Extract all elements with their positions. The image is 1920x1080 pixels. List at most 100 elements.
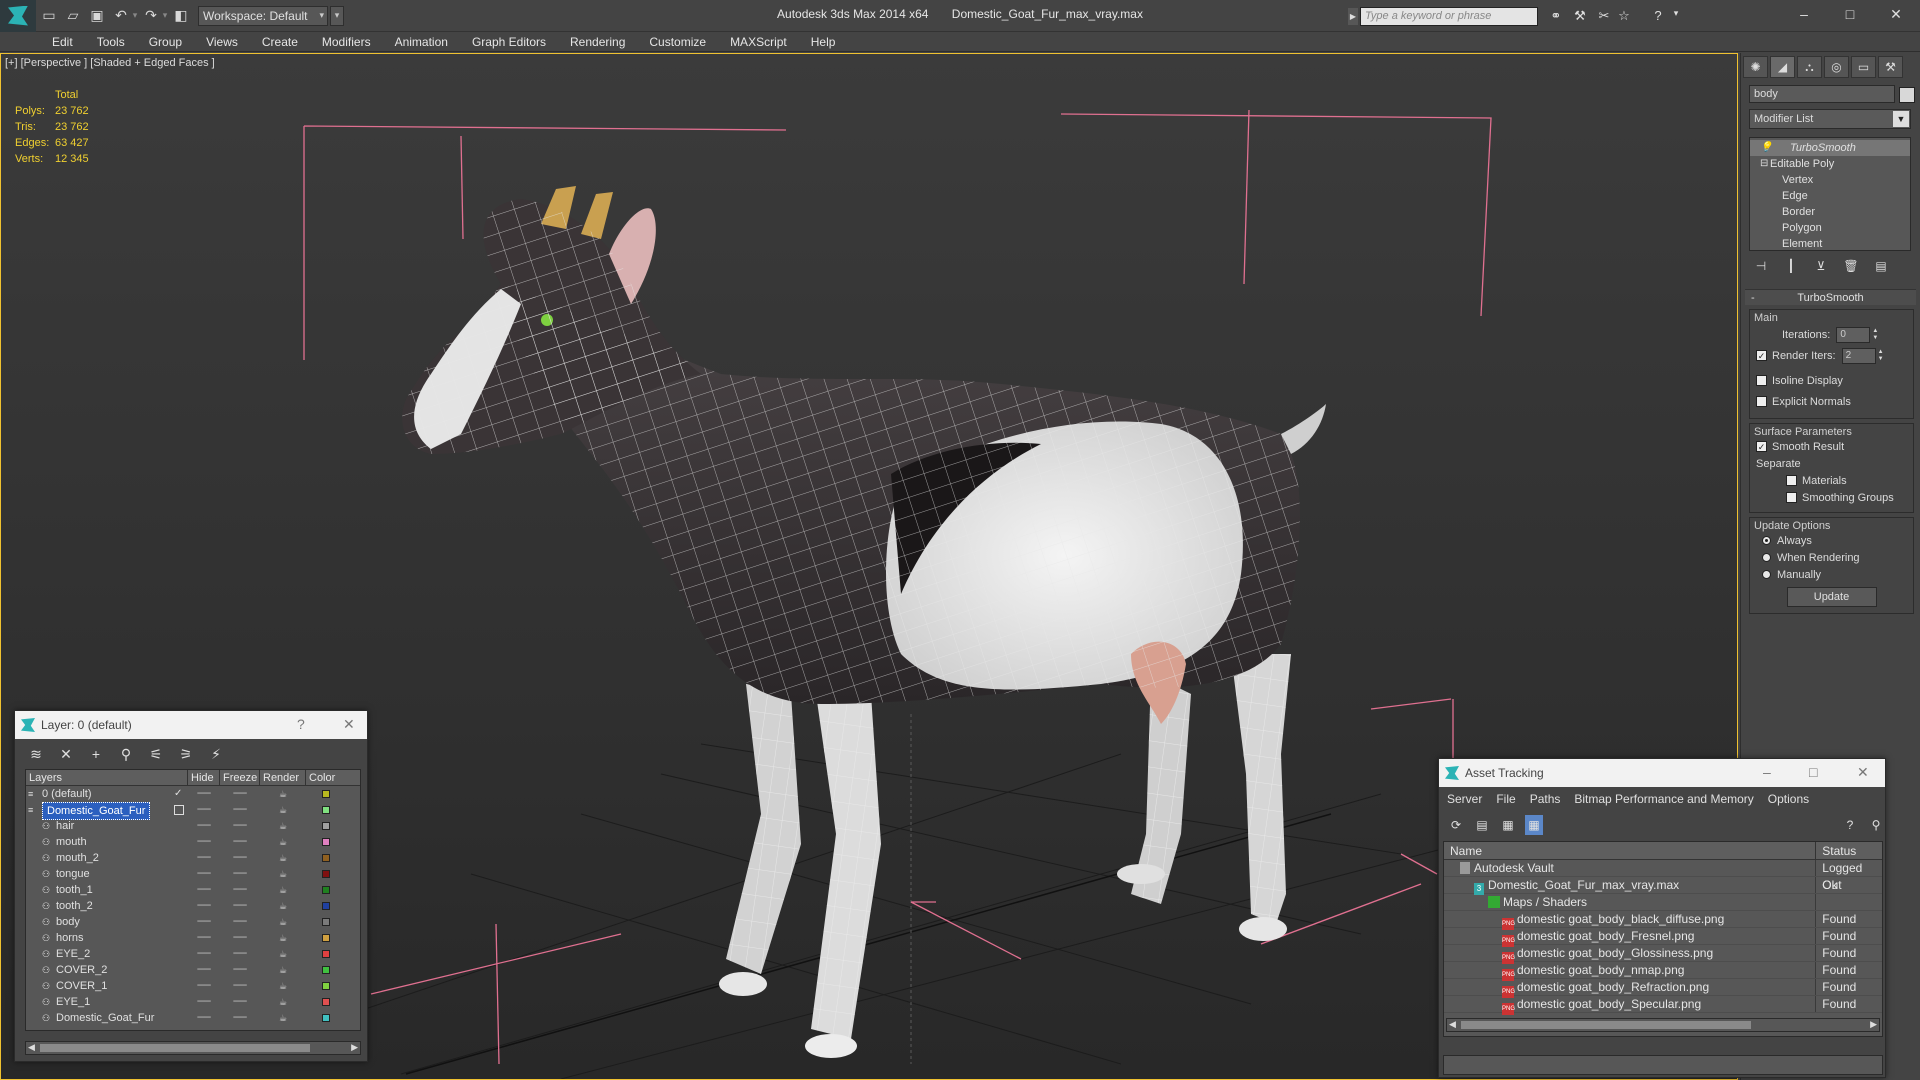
workspace-expand-button[interactable]: ▾ <box>330 5 344 26</box>
smooth-result-checkbox[interactable]: ✓ <box>1756 441 1767 452</box>
binoculars-icon[interactable]: ⚭ <box>1546 8 1566 26</box>
layer-row[interactable]: ⚇ tongue ━━ ━━ ☕ <box>26 866 360 882</box>
iterations-spinner[interactable]: 0 <box>1836 326 1871 343</box>
layer-row[interactable]: ⚇ EYE_1 ━━ ━━ ☕ <box>26 994 360 1010</box>
undo-dropdown-icon[interactable]: ▾ <box>132 10 138 21</box>
communication-icon[interactable]: ✂ <box>1594 8 1614 26</box>
column-header-status[interactable]: Status <box>1816 842 1882 859</box>
scrollbar-thumb[interactable] <box>40 1044 310 1052</box>
layer-color-swatch[interactable] <box>322 998 330 1006</box>
pin-stack-icon[interactable]: ⊣ <box>1749 259 1773 277</box>
layer-window-titlebar[interactable]: Layer: 0 (default) ? ✕ <box>15 711 367 739</box>
hide-toggle[interactable]: ━━ <box>188 834 220 850</box>
layer-name-cell[interactable]: ⚇ COVER_1 <box>26 978 188 994</box>
asset-menu-options[interactable]: Options <box>1768 792 1809 806</box>
render-teapot-icon[interactable]: ☕ <box>260 834 306 850</box>
layer-name-cell[interactable]: ⚇ body <box>26 914 188 930</box>
column-header-color[interactable]: Color <box>306 770 346 785</box>
scroll-left-icon[interactable]: ◀ <box>1449 1019 1456 1030</box>
show-end-result-icon[interactable]: ┃ <box>1779 259 1803 277</box>
render-teapot-icon[interactable]: ☕ <box>260 962 306 978</box>
spinner-arrows-icon[interactable]: ▲ ▼ <box>1878 349 1884 363</box>
explicit-normals-checkbox[interactable] <box>1756 396 1767 407</box>
layer-name-cell[interactable]: ⚇ Domestic_Goat_Fur <box>26 1010 188 1026</box>
maximize-icon[interactable]: □ <box>1809 764 1817 780</box>
menu-animation[interactable]: Animation <box>395 35 448 49</box>
layer-color-swatch[interactable] <box>322 966 330 974</box>
scroll-right-icon[interactable]: ▶ <box>351 1042 358 1053</box>
freeze-toggle[interactable]: ━━ <box>220 914 260 930</box>
new-file-icon[interactable]: ▭ <box>38 5 60 27</box>
render-teapot-icon[interactable]: ☕ <box>260 866 306 882</box>
menu-edit[interactable]: Edit <box>52 35 73 49</box>
hide-toggle[interactable]: ━━ <box>188 882 220 898</box>
delete-layer-icon[interactable]: ✕ <box>57 745 75 763</box>
when-rendering-radio[interactable] <box>1762 553 1771 562</box>
menu-help[interactable]: Help <box>811 35 836 49</box>
hide-toggle[interactable]: ━━ <box>188 978 220 994</box>
hide-toggle[interactable]: ━━ <box>188 946 220 962</box>
freeze-toggle[interactable]: ━━ <box>220 930 260 946</box>
hide-toggle[interactable]: ━━ <box>188 818 220 834</box>
layer-color-swatch[interactable] <box>322 902 330 910</box>
manually-radio[interactable] <box>1762 570 1771 579</box>
menu-create[interactable]: Create <box>262 35 298 49</box>
layer-name-cell[interactable]: ≡ Domestic_Goat_Fur <box>26 802 188 820</box>
freeze-toggle[interactable]: ━━ <box>220 834 260 850</box>
menu-views[interactable]: Views <box>206 35 238 49</box>
menu-customize[interactable]: Customize <box>649 35 706 49</box>
help-icon[interactable]: ? <box>297 716 305 732</box>
list-view-icon[interactable]: ▤ <box>1473 815 1491 835</box>
select-objects-icon[interactable]: ⚲ <box>117 745 135 763</box>
freeze-toggle[interactable]: ━━ <box>220 786 260 802</box>
workspace-dropdown[interactable]: Workspace: Default ▾ <box>198 5 328 26</box>
layer-row[interactable]: ⚇ EYE_2 ━━ ━━ ☕ <box>26 946 360 962</box>
set-current-layer-icon[interactable]: ⚞ <box>177 745 195 763</box>
layer-color-swatch[interactable] <box>322 806 330 814</box>
layer-row[interactable]: ≡ 0 (default) ✓ ━━ ━━ ☕ <box>26 786 360 802</box>
asset-row[interactable]: PNG domestic goat_body_nmap.png Found <box>1444 962 1882 981</box>
freeze-toggle[interactable]: ━━ <box>220 978 260 994</box>
layer-name-cell[interactable]: ⚇ COVER_2 <box>26 962 188 978</box>
hide-toggle[interactable]: ━━ <box>188 866 220 882</box>
close-window-button[interactable]: ✕ <box>1876 3 1916 27</box>
layer-color-swatch[interactable] <box>322 822 330 830</box>
configure-sets-icon[interactable]: ▤ <box>1869 259 1893 277</box>
layer-row[interactable]: ⚇ mouth ━━ ━━ ☕ <box>26 834 360 850</box>
layer-row[interactable]: ≡ Domestic_Goat_Fur ━━ ━━ ☕ <box>26 802 360 820</box>
menu-tools[interactable]: Tools <box>97 35 125 49</box>
materials-checkbox[interactable] <box>1786 475 1797 486</box>
asset-row[interactable]: 3 Domestic_Goat_Fur_max_vray.max Ok <box>1444 877 1882 895</box>
goat-model[interactable] <box>402 186 1326 1058</box>
layer-name-cell[interactable]: ≡ 0 (default) ✓ <box>26 786 188 802</box>
layer-row[interactable]: ⚇ horns ━━ ━━ ☕ <box>26 930 360 946</box>
app-logo-button[interactable] <box>0 0 36 32</box>
undo-icon[interactable]: ↶ <box>110 5 132 27</box>
viewport-label-menu[interactable]: [+] [Perspective ] [Shaded + Edged Faces… <box>5 57 215 69</box>
lightbulb-icon[interactable]: 💡 <box>1760 140 1772 156</box>
stack-item-border[interactable]: Border <box>1750 204 1910 220</box>
layer-color-swatch[interactable] <box>322 950 330 958</box>
object-name-field[interactable]: body <box>1749 85 1895 103</box>
turbosmooth-rollout-header[interactable]: - TurboSmooth <box>1745 289 1916 305</box>
hide-toggle[interactable]: ━━ <box>188 1010 220 1026</box>
help-icon[interactable]: ? <box>1648 8 1668 26</box>
layer-row[interactable]: ⚇ tooth_2 ━━ ━━ ☕ <box>26 898 360 914</box>
asset-row[interactable]: PNG domestic goat_body_Specular.png Found <box>1444 996 1882 1015</box>
column-header-render[interactable]: Render <box>260 770 306 785</box>
asset-row[interactable]: PNG domestic goat_body_Refraction.png Foun… <box>1444 979 1882 998</box>
current-layer-check-icon[interactable]: ✓ <box>174 786 182 802</box>
create-tab-icon[interactable]: ✺ <box>1743 56 1768 78</box>
layer-name-cell[interactable]: ⚇ hair <box>26 818 188 834</box>
freeze-toggle[interactable]: ━━ <box>220 1010 260 1026</box>
layer-row[interactable]: ⚇ tooth_1 ━━ ━━ ☕ <box>26 882 360 898</box>
stack-item-vertex[interactable]: Vertex <box>1750 172 1910 188</box>
asset-window-titlebar[interactable]: Asset Tracking – □ ✕ <box>1439 759 1885 787</box>
layer-row[interactable]: ⚇ Domestic_Goat_Fur ━━ ━━ ☕ <box>26 1010 360 1026</box>
hide-toggle[interactable]: ━━ <box>188 930 220 946</box>
hide-toggle[interactable]: ━━ <box>188 962 220 978</box>
render-iters-spinner[interactable]: 2 <box>1841 347 1876 364</box>
freeze-toggle[interactable]: ━━ <box>220 882 260 898</box>
freeze-toggle[interactable]: ━━ <box>220 994 260 1010</box>
redo-dropdown-icon[interactable]: ▾ <box>162 10 168 21</box>
